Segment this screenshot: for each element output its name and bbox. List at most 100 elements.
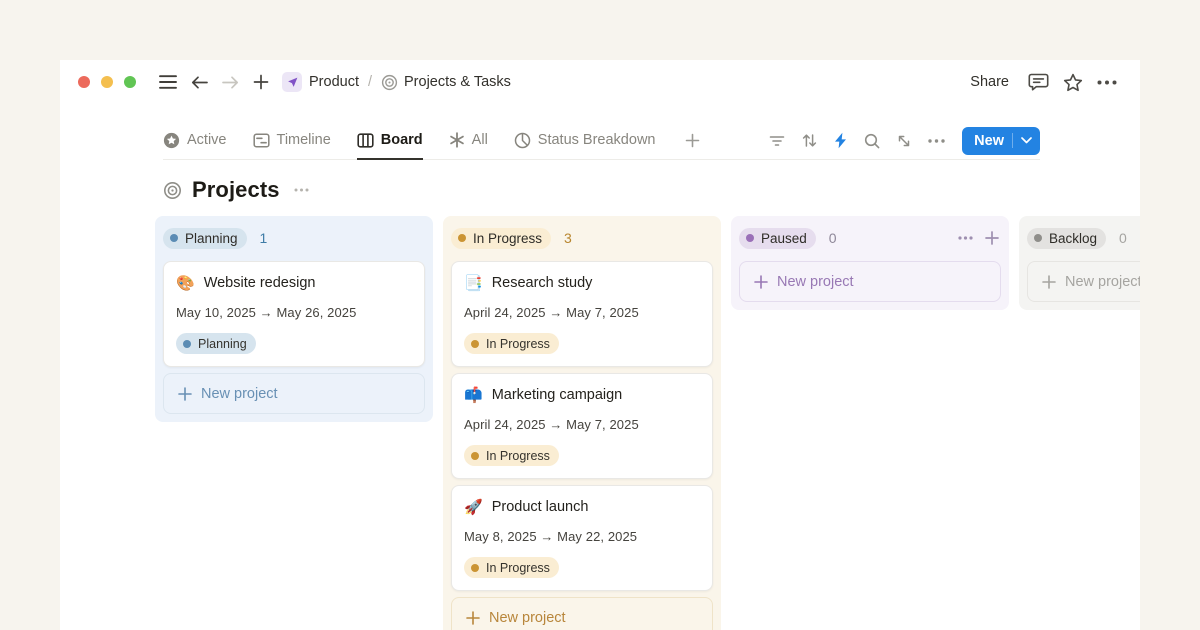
arrow-left-icon [191, 75, 208, 90]
tab-label: All [472, 132, 488, 148]
column-count: 1 [260, 230, 268, 246]
add-view-button[interactable] [685, 133, 700, 148]
plus-icon [466, 611, 480, 625]
status-badge: In Progress [464, 333, 559, 354]
card-name: Marketing campaign [492, 387, 623, 403]
column-header: Planning 1 [163, 228, 423, 248]
ellipsis-icon [294, 188, 309, 192]
project-card[interactable]: 🎨 Website redesign May 10, 2025 → May 26… [163, 261, 425, 367]
tab-label: Timeline [277, 132, 331, 148]
status-dot [746, 234, 754, 242]
breadcrumb: Product / Projects & Tasks [282, 72, 511, 92]
new-project-button[interactable]: New project [739, 261, 1001, 302]
status-group-pill[interactable]: In Progress [451, 228, 551, 249]
new-button[interactable]: New [962, 127, 1040, 155]
share-button[interactable]: Share [970, 74, 1009, 90]
star-icon [1063, 73, 1083, 92]
column-header: Backlog 0 [1027, 228, 1140, 248]
tab-all[interactable]: All [449, 123, 488, 160]
status-badge-label: In Progress [486, 561, 550, 575]
status-badge: Planning [176, 333, 256, 354]
sort-button[interactable] [802, 133, 817, 148]
view-tabs: Active Timeline Board All Status Breakdo… [163, 122, 707, 159]
new-project-button[interactable]: New project [1027, 261, 1140, 302]
breadcrumb-workspace[interactable]: Product [309, 74, 359, 90]
tab-label: Status Breakdown [538, 132, 656, 148]
ellipsis-icon [928, 139, 945, 143]
minimize-window-button[interactable] [101, 76, 113, 88]
status-group-pill[interactable]: Paused [739, 228, 816, 249]
tab-board[interactable]: Board [357, 123, 423, 160]
project-card[interactable]: 🚀 Product launch May 8, 2025 → May 22, 2… [451, 485, 713, 591]
column-count: 0 [829, 230, 837, 246]
search-button[interactable] [864, 133, 880, 149]
arrow-right-icon [222, 75, 239, 90]
plus-icon [754, 275, 768, 289]
tab-timeline[interactable]: Timeline [253, 123, 331, 160]
status-group-pill[interactable]: Backlog [1027, 228, 1106, 249]
card-name: Product launch [492, 499, 589, 515]
project-card[interactable]: 📑 Research study April 24, 2025 → May 7,… [451, 261, 713, 367]
column-header: In Progress 3 [451, 228, 711, 248]
forward-button[interactable] [222, 75, 239, 90]
status-group-pill[interactable]: Planning [163, 228, 247, 249]
close-window-button[interactable] [78, 76, 90, 88]
status-badge: In Progress [464, 557, 559, 578]
diagonal-expand-icon [897, 134, 911, 148]
view-more-button[interactable] [928, 139, 945, 143]
plus-icon [985, 231, 999, 245]
filter-button[interactable] [769, 135, 785, 147]
project-card[interactable]: 📫 Marketing campaign April 24, 2025 → Ma… [451, 373, 713, 479]
card-name: Research study [492, 275, 593, 291]
hamburger-icon [159, 75, 177, 89]
column-menu-button[interactable] [958, 236, 973, 240]
back-button[interactable] [191, 75, 208, 90]
window-titlebar: Product / Projects & Tasks Share [60, 60, 1140, 104]
kanban-board: Planning 1 🎨 Website redesign May 10, 20… [155, 216, 1140, 630]
page-title-menu-button[interactable] [294, 188, 309, 192]
page-header: Projects [163, 175, 1040, 205]
expand-button[interactable] [897, 134, 911, 148]
new-project-button[interactable]: New project [451, 597, 713, 630]
target-icon [381, 74, 398, 91]
new-button-divider [1012, 133, 1013, 148]
status-group-label: Paused [761, 231, 807, 246]
status-dot [170, 234, 178, 242]
card-date-range: April 24, 2025 → May 7, 2025 [464, 417, 700, 432]
tab-active[interactable]: Active [163, 123, 227, 160]
status-dot [183, 340, 191, 348]
new-tab-button[interactable] [253, 74, 269, 90]
board-icon [357, 132, 374, 149]
timeline-icon [253, 132, 270, 149]
status-group-label: Planning [185, 231, 238, 246]
automations-button[interactable] [834, 132, 847, 149]
ellipsis-icon [958, 236, 973, 240]
asterisk-icon [449, 132, 465, 148]
favorite-button[interactable] [1063, 73, 1083, 92]
card-date-range: April 24, 2025 → May 7, 2025 [464, 305, 700, 320]
column-controls [958, 231, 999, 245]
breadcrumb-page[interactable]: Projects & Tasks [381, 74, 511, 91]
workspace-logo[interactable] [282, 72, 302, 92]
zoom-window-button[interactable] [124, 76, 136, 88]
status-dot [471, 452, 479, 460]
board-column-in-progress: In Progress 3 📑 Research study April 24,… [443, 216, 721, 630]
status-group-label: Backlog [1049, 231, 1097, 246]
status-dot [1034, 234, 1042, 242]
card-emoji: 🎨 [176, 276, 195, 291]
column-add-button[interactable] [985, 231, 999, 245]
tab-label: Active [187, 132, 227, 148]
new-project-button[interactable]: New project [163, 373, 425, 414]
comment-icon [1028, 73, 1049, 92]
card-emoji: 📑 [464, 276, 483, 291]
sidebar-toggle-button[interactable] [159, 75, 177, 89]
comments-button[interactable] [1028, 73, 1049, 92]
tab-status-breakdown[interactable]: Status Breakdown [514, 123, 656, 160]
card-date-range: May 8, 2025 → May 22, 2025 [464, 529, 700, 544]
card-emoji: 📫 [464, 388, 483, 403]
more-options-button[interactable] [1097, 80, 1117, 85]
card-name: Website redesign [204, 275, 316, 291]
status-badge: In Progress [464, 445, 559, 466]
plus-icon [253, 74, 269, 90]
filter-icon [769, 135, 785, 147]
